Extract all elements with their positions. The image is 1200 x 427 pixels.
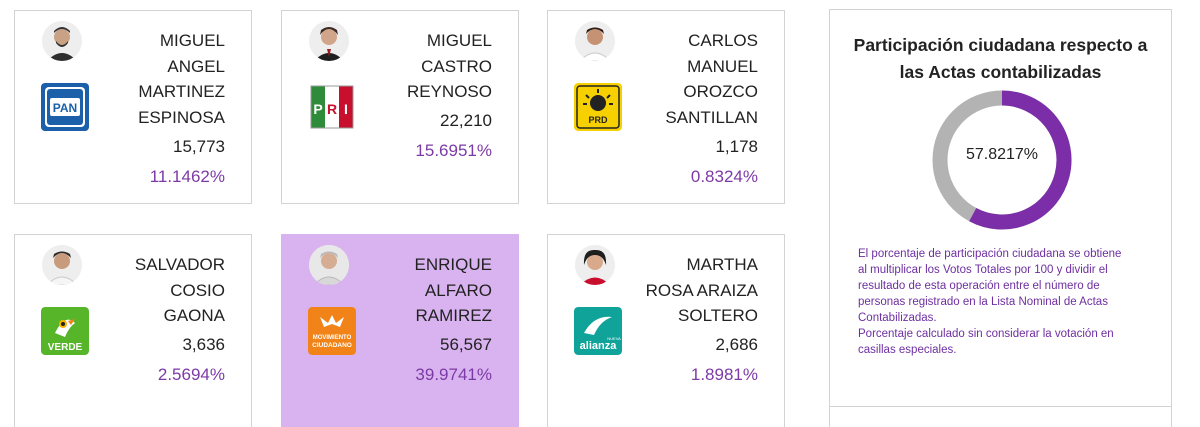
candidate-name: MIGUEL CASTRO REYNOSO bbox=[342, 28, 492, 105]
candidate-card: PRI MIGUEL CASTRO REYNOSO 22,210 15.6951… bbox=[281, 10, 519, 204]
name-line: MANUEL bbox=[687, 56, 758, 76]
vote-percentage: 39.9741% bbox=[415, 365, 492, 384]
candidate-name: MARTHA ROSA ARAIZA SOLTERO bbox=[608, 252, 758, 329]
name-line: MIGUEL bbox=[159, 31, 225, 50]
candidate-name: MIGUEL ANGEL MARTINEZ ESPINOSA bbox=[75, 28, 225, 130]
vote-count: 22,210 bbox=[440, 111, 492, 130]
vote-count: 15,773 bbox=[173, 137, 225, 156]
candidate-card: PRD CARLOS MANUEL OROZCO SANTILLAN 1,178… bbox=[547, 10, 785, 204]
name-line: OROZCO bbox=[683, 82, 758, 101]
vote-percentage: 0.8324% bbox=[690, 167, 758, 186]
note-line: personas registrado en la Lista Nominal … bbox=[858, 296, 1108, 308]
name-line: SANTILLAN bbox=[665, 107, 758, 127]
candidate-name: ENRIQUE ALFARO RAMIREZ bbox=[342, 252, 492, 329]
participation-title: Participación ciudadana respecto a las A… bbox=[853, 35, 1148, 82]
svg-text:alianza: alianza bbox=[580, 340, 618, 352]
name-line: REYNOSO bbox=[406, 82, 492, 101]
name-line: ESPINOSA bbox=[138, 107, 225, 127]
name-line: CARLOS bbox=[688, 31, 758, 50]
svg-text:P: P bbox=[313, 101, 322, 117]
name-line: MARTINEZ bbox=[138, 82, 225, 101]
candidate-name: CARLOS MANUEL OROZCO SANTILLAN bbox=[608, 28, 758, 130]
vote-count: 56,567 bbox=[440, 335, 492, 354]
vote-percentage: 15.6951% bbox=[415, 141, 492, 160]
name-line: GAONA bbox=[163, 306, 225, 325]
svg-text:PRD: PRD bbox=[588, 115, 608, 125]
name-line: COSIO bbox=[170, 280, 225, 300]
note-line: resultado de esta operación entre el núm… bbox=[858, 280, 1100, 292]
participation-note: El porcentaje de participación ciudadana… bbox=[858, 246, 1158, 358]
svg-text:R: R bbox=[327, 101, 337, 117]
vote-count: 2,686 bbox=[715, 335, 758, 354]
note-line: al multiplicar los Votos Totales por 100… bbox=[858, 264, 1108, 276]
name-line: ROSA ARAIZA bbox=[645, 280, 758, 300]
participation-panel: Participación ciudadana respecto a las A… bbox=[829, 9, 1172, 427]
name-line: ALFARO bbox=[424, 280, 492, 300]
svg-text:MOVIMIENTO: MOVIMIENTO bbox=[313, 335, 352, 341]
candidate-card-winner: MOVIMIENTO CIUDADANO ENRIQUE ALFARO RAMIR… bbox=[281, 234, 519, 427]
name-line: ENRIQUE bbox=[414, 255, 492, 274]
name-line: SOLTERO bbox=[678, 306, 758, 325]
name-line: ANGEL bbox=[167, 56, 225, 76]
name-line: CASTRO bbox=[421, 56, 492, 76]
panel-divider bbox=[830, 406, 1171, 407]
name-line: RAMIREZ bbox=[415, 306, 493, 325]
vote-count: 1,178 bbox=[715, 137, 758, 156]
name-line: MARTHA bbox=[686, 255, 758, 274]
svg-text:VERDE: VERDE bbox=[48, 342, 83, 353]
svg-text:CIUDADANO: CIUDADANO bbox=[312, 342, 352, 349]
vote-percentage: 1.8981% bbox=[690, 365, 758, 384]
note-line: casillas especiales. bbox=[858, 344, 957, 356]
candidate-card: VERDE SALVADOR COSIO GAONA 3,636 2.5694% bbox=[14, 234, 252, 427]
vote-percentage: 2.5694% bbox=[157, 365, 225, 384]
candidate-card: PAN MIGUEL ANGEL MARTINEZ ESPINOSA 15,77… bbox=[14, 10, 252, 204]
note-line: El porcentaje de participación ciudadana… bbox=[858, 248, 1122, 260]
svg-text:NUEVA: NUEVA bbox=[607, 336, 621, 341]
note-line: Contabilizadas. bbox=[858, 312, 937, 324]
note-line: Porcentaje calculado sin considerar la v… bbox=[858, 328, 1114, 340]
name-line: MIGUEL bbox=[426, 31, 492, 50]
participation-percentage: 57.8217% bbox=[965, 146, 1039, 163]
vote-count: 3,636 bbox=[182, 335, 225, 354]
vote-percentage: 11.1462% bbox=[149, 167, 225, 186]
name-line: SALVADOR bbox=[134, 255, 225, 274]
svg-text:PAN: PAN bbox=[53, 101, 77, 115]
candidate-name: SALVADOR COSIO GAONA bbox=[75, 252, 225, 329]
candidate-card: alianza NUEVA MARTHA ROSA ARAIZA SOLTERO … bbox=[547, 234, 785, 427]
